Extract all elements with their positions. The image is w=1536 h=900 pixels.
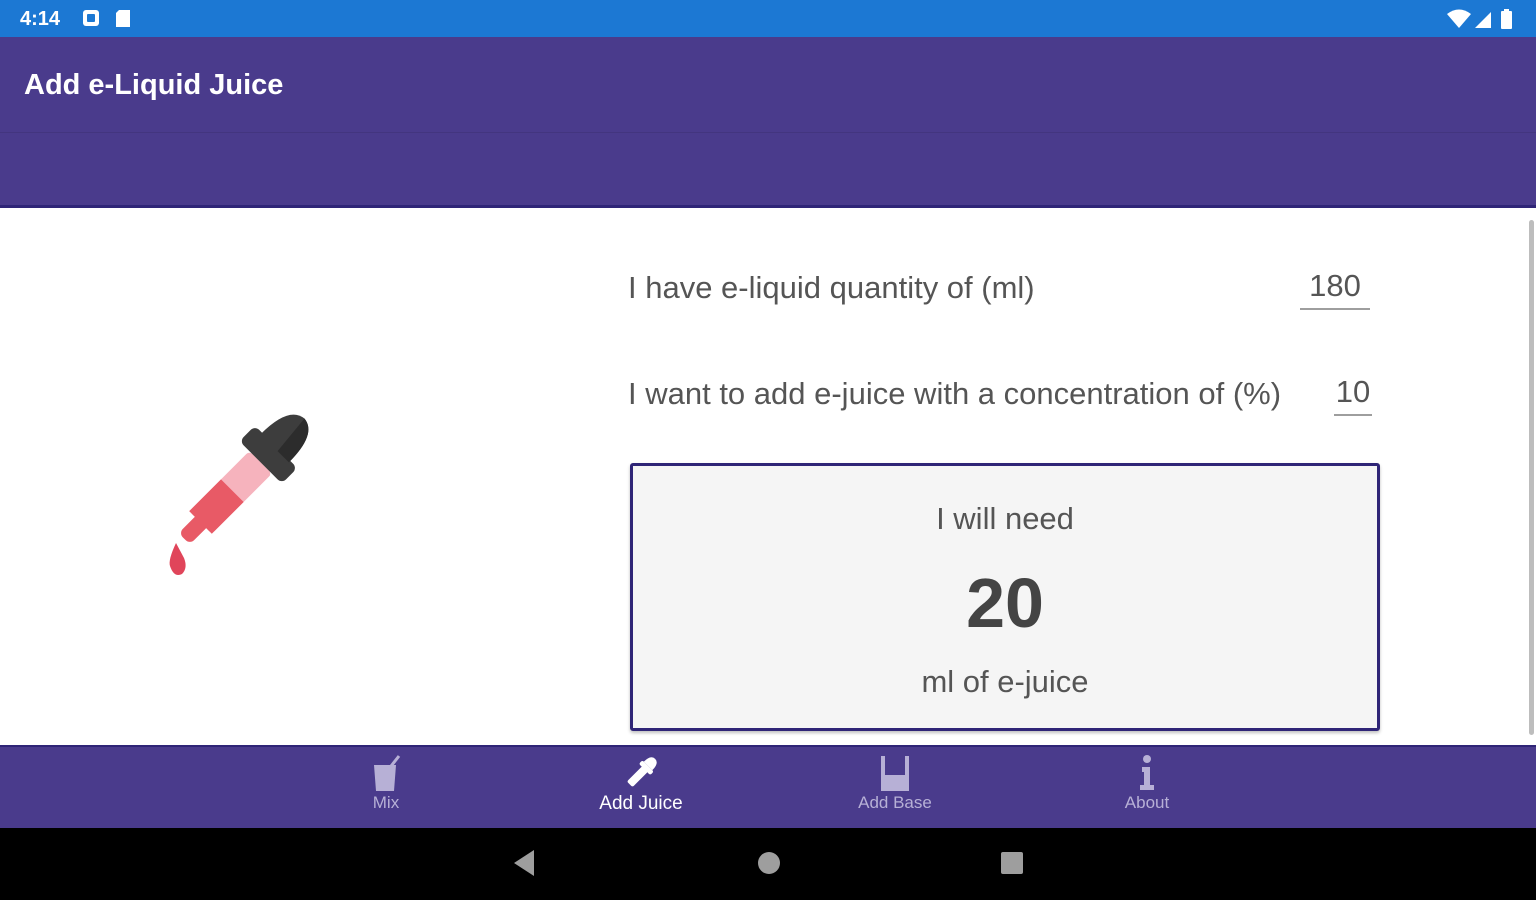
notification-icon	[83, 10, 99, 26]
concentration-label: I want to add e-juice with a concentrati…	[628, 376, 1282, 411]
nav-label-about: About	[1124, 793, 1170, 812]
battery-icon	[1501, 9, 1512, 29]
beaker-icon	[881, 756, 909, 791]
status-time: 4:14	[20, 8, 61, 30]
wifi-icon	[1447, 9, 1471, 28]
app-bar-divider	[0, 132, 1536, 133]
info-icon	[1140, 755, 1154, 790]
signal-icon	[1475, 12, 1491, 28]
bottom-navigation: Mix Add Juice Add Base About	[0, 745, 1536, 828]
page-title: Add e-Liquid Juice	[24, 69, 284, 101]
scrollbar[interactable]	[1529, 220, 1534, 735]
nav-item-about[interactable]: About	[1077, 753, 1217, 825]
status-bar: 4:14	[0, 0, 1536, 37]
nav-item-add-juice[interactable]: Add Juice	[571, 753, 711, 825]
sd-card-icon	[116, 10, 130, 27]
quantity-label: I have e-liquid quantity of (ml)	[628, 270, 1035, 305]
recents-icon[interactable]	[998, 848, 1026, 878]
result-value: 20	[966, 564, 1044, 642]
mix-glass-icon	[374, 755, 401, 791]
result-card: I will need 20 ml of e-juice	[630, 463, 1380, 731]
nav-label-add-juice: Add Juice	[599, 793, 683, 814]
nav-label-mix: Mix	[372, 793, 400, 812]
dropper-icon	[627, 757, 657, 787]
dropper-icon	[169, 414, 309, 575]
result-heading: I will need	[936, 501, 1074, 536]
system-navigation-bar	[0, 828, 1536, 900]
quantity-input[interactable]	[1300, 268, 1370, 310]
home-icon[interactable]	[755, 848, 783, 878]
app-bar: Add e-Liquid Juice	[0, 37, 1536, 205]
nav-item-add-base[interactable]: Add Base	[825, 753, 965, 825]
result-unit: ml of e-juice	[921, 664, 1089, 699]
nav-item-mix[interactable]: Mix	[316, 753, 456, 825]
concentration-input[interactable]	[1334, 374, 1372, 416]
nav-label-add-base: Add Base	[858, 793, 932, 812]
back-icon[interactable]	[510, 848, 538, 878]
main-content: I have e-liquid quantity of (ml) I want …	[0, 205, 1536, 748]
